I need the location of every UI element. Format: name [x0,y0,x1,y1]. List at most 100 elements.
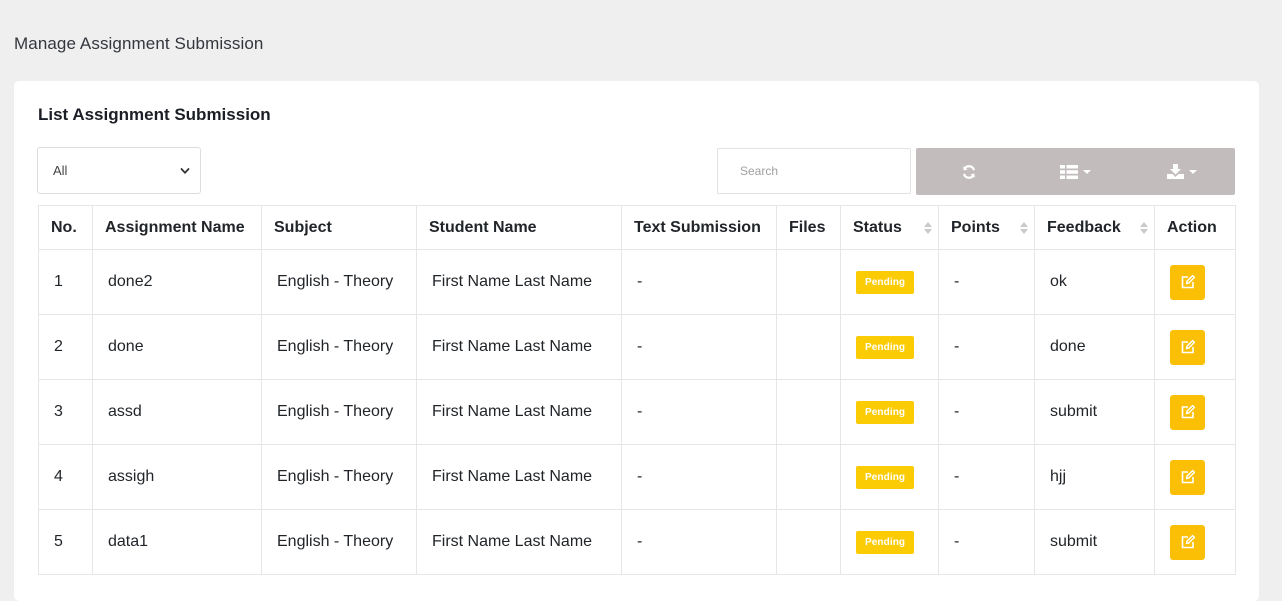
cell-text-submission: - [621,314,777,380]
sort-icon [1140,221,1148,234]
search-input[interactable] [717,148,911,194]
col-header-status[interactable]: Status [840,205,939,250]
status-badge: Pending [856,335,915,359]
cell-assignment: assigh [92,444,262,510]
columns-toggle-button[interactable] [1022,148,1128,195]
col-header-points[interactable]: Points [938,205,1035,250]
edit-button[interactable] [1170,394,1205,430]
cell-subject: English - Theory [261,444,417,510]
cell-assignment: done2 [92,249,262,315]
col-header-text-submission: Text Submission [621,205,777,250]
cell-action [1154,379,1236,445]
cell-status: Pending [840,379,939,445]
table-toolbar [916,148,1235,195]
cell-student: First Name Last Name [416,314,622,380]
cell-assignment: data1 [92,509,262,575]
col-header-feedback[interactable]: Feedback [1034,205,1155,250]
status-badge: Pending [856,270,915,294]
edit-icon [1181,534,1195,549]
table-row: 2 done English - Theory First Name Last … [38,314,1236,380]
caret-down-icon [1188,169,1197,174]
cell-assignment: assd [92,379,262,445]
cell-subject: English - Theory [261,509,417,575]
card-title: List Assignment Submission [38,105,271,124]
col-header-points-label: Points [951,218,1000,236]
cell-points: - [938,314,1035,380]
cell-feedback: hjj [1034,444,1155,510]
cell-files [776,509,841,575]
table-row: 1 done2 English - Theory First Name Last… [38,249,1236,315]
cell-points: - [938,444,1035,510]
edit-icon [1181,274,1195,289]
table-header-row: No. Assignment Name Subject Student Name… [38,205,1236,250]
cell-status: Pending [840,314,939,380]
col-header-no: No. [38,205,93,250]
status-badge: Pending [856,530,915,554]
cell-student: First Name Last Name [416,444,622,510]
cell-no: 4 [38,444,93,510]
cell-assignment: done [92,314,262,380]
refresh-icon [963,164,976,179]
edit-button[interactable] [1170,459,1205,495]
cell-files [776,444,841,510]
cell-student: First Name Last Name [416,509,622,575]
cell-no: 1 [38,249,93,315]
download-icon [1166,164,1184,179]
cell-feedback: submit [1034,509,1155,575]
cell-files [776,379,841,445]
col-header-assignment: Assignment Name [92,205,262,250]
page-title: Manage Assignment Submission [14,34,264,53]
edit-button[interactable] [1170,524,1205,560]
sort-icon [924,221,932,234]
cell-no: 2 [38,314,93,380]
filter-select[interactable]: All [37,147,201,194]
cell-status: Pending [840,509,939,575]
cell-text-submission: - [621,444,777,510]
col-header-student: Student Name [416,205,622,250]
cell-status: Pending [840,249,939,315]
cell-files [776,314,841,380]
edit-icon [1181,404,1195,419]
cell-points: - [938,249,1035,315]
col-header-subject: Subject [261,205,417,250]
cell-subject: English - Theory [261,379,417,445]
table-row: 5 data1 English - Theory First Name Last… [38,509,1236,575]
refresh-button[interactable] [916,148,1022,195]
col-header-files: Files [776,205,841,250]
edit-icon [1181,469,1195,484]
cell-text-submission: - [621,379,777,445]
col-header-feedback-label: Feedback [1047,218,1121,236]
edit-button[interactable] [1170,329,1205,365]
filter-select-value: All [53,163,68,178]
col-header-status-label: Status [853,218,902,236]
cell-no: 5 [38,509,93,575]
table-row: 4 assigh English - Theory First Name Las… [38,444,1236,510]
cell-feedback: submit [1034,379,1155,445]
status-badge: Pending [856,465,915,489]
sort-icon [1020,221,1028,234]
export-button[interactable] [1129,148,1235,195]
cell-text-submission: - [621,249,777,315]
col-header-action: Action [1154,205,1236,250]
cell-student: First Name Last Name [416,379,622,445]
cell-feedback: ok [1034,249,1155,315]
edit-icon [1181,339,1195,354]
cell-no: 3 [38,379,93,445]
cell-points: - [938,509,1035,575]
cell-feedback: done [1034,314,1155,380]
cell-text-submission: - [621,509,777,575]
cell-subject: English - Theory [261,314,417,380]
columns-list-icon [1059,164,1078,179]
cell-action [1154,444,1236,510]
cell-points: - [938,379,1035,445]
edit-button[interactable] [1170,264,1205,300]
cell-action [1154,509,1236,575]
cell-student: First Name Last Name [416,249,622,315]
cell-subject: English - Theory [261,249,417,315]
table-row: 3 assd English - Theory First Name Last … [38,379,1236,445]
caret-down-icon [1082,169,1091,174]
cell-action [1154,314,1236,380]
chevron-down-icon [180,167,190,174]
cell-action [1154,249,1236,315]
status-badge: Pending [856,400,915,424]
